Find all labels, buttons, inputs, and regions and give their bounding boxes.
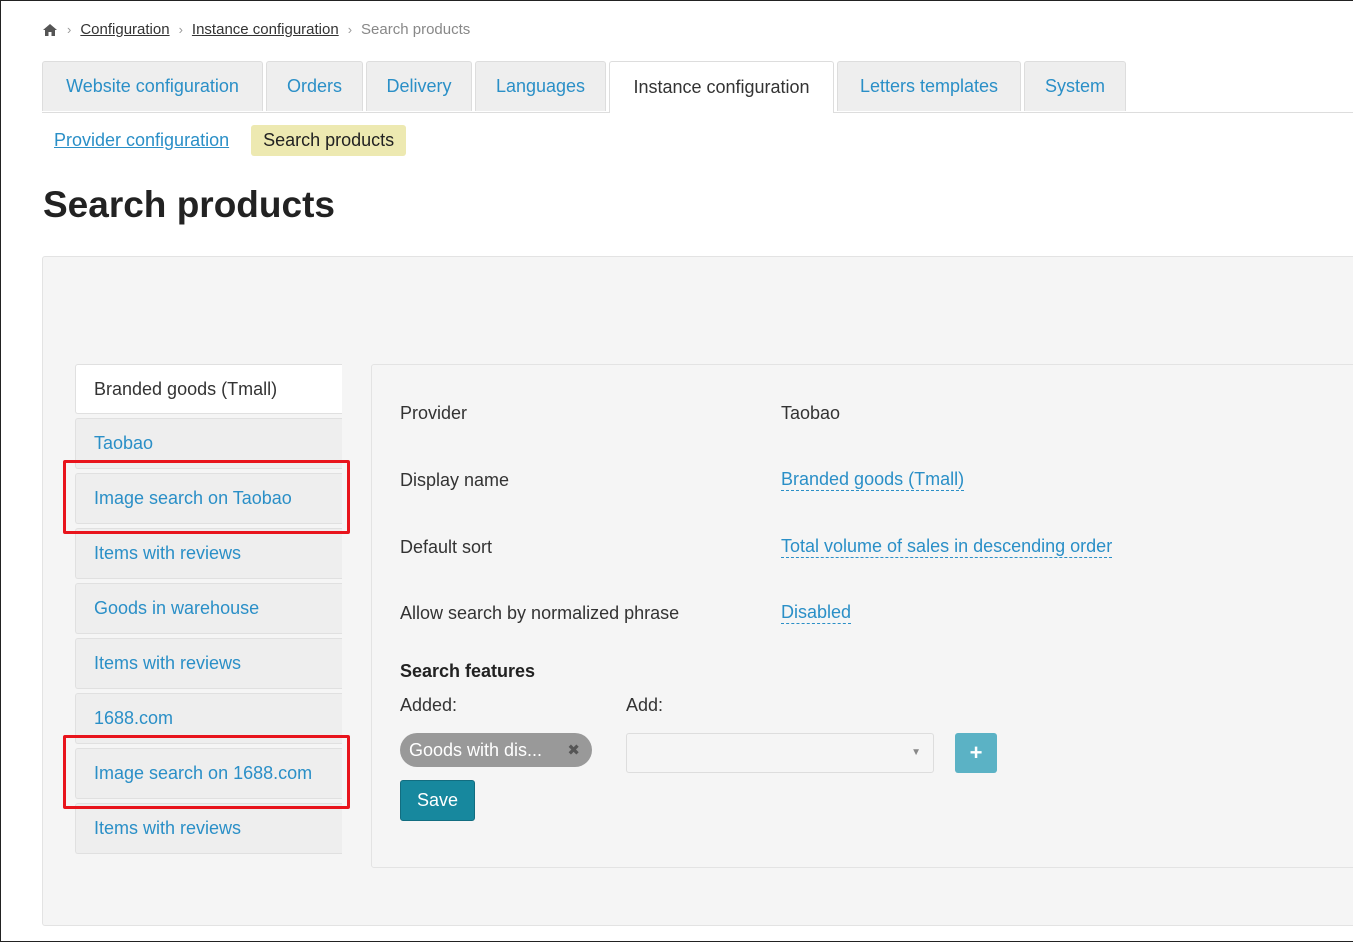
add-label: Add: xyxy=(626,695,664,715)
default-sort-label: Default sort xyxy=(400,537,493,557)
search-products-pill[interactable]: Search products xyxy=(251,125,407,156)
provider-configuration-link[interactable]: Provider configuration xyxy=(54,130,229,151)
save-button[interactable]: Save xyxy=(400,780,475,821)
display-name-value[interactable]: Branded goods (Tmall) xyxy=(781,468,965,491)
side-tab-items-with-reviews[interactable]: Items with reviews xyxy=(75,528,342,579)
main-panel: Branded goods (Tmall) Taobao Image searc… xyxy=(42,256,1353,926)
side-tab-image-search-taobao[interactable]: Image search on Taobao xyxy=(75,473,342,524)
side-tab-goods-in-warehouse[interactable]: Goods in warehouse xyxy=(75,583,342,634)
tab-delivery[interactable]: Delivery xyxy=(366,61,472,111)
provider-details: Provider Taobao Display name Branded goo… xyxy=(371,364,1353,868)
provider-label: Provider xyxy=(400,403,468,423)
breadcrumb: › Configuration › Instance configuration… xyxy=(42,21,470,38)
tab-website-configuration[interactable]: Website configuration xyxy=(42,61,263,111)
breadcrumb-separator: › xyxy=(178,22,183,37)
dropdown-caret-icon: ▼ xyxy=(911,747,921,758)
tab-system[interactable]: System xyxy=(1024,61,1126,111)
remove-chip-icon[interactable]: ✖ xyxy=(567,741,580,759)
add-feature-button[interactable]: + xyxy=(955,733,997,773)
search-features-title: Search features xyxy=(400,661,536,681)
breadcrumb-separator: › xyxy=(67,22,72,37)
side-tab-image-search-1688[interactable]: Image search on 1688.com xyxy=(75,748,342,799)
breadcrumb-instance-configuration[interactable]: Instance configuration xyxy=(192,21,339,38)
provider-value: Taobao xyxy=(781,403,841,423)
page-title: Search products xyxy=(43,184,335,225)
normalized-phrase-label: Allow search by normalized phrase xyxy=(400,603,680,623)
side-tab-taobao[interactable]: Taobao xyxy=(75,418,342,469)
provider-side-tabs: Branded goods (Tmall) Taobao Image searc… xyxy=(75,364,342,858)
breadcrumb-current: Search products xyxy=(361,21,471,38)
sub-navigation: Provider configuration Search products xyxy=(54,125,407,156)
home-icon[interactable] xyxy=(42,23,58,37)
feature-chip: Goods with dis... ✖ xyxy=(400,733,592,767)
top-tabs: Website configuration Orders Delivery La… xyxy=(42,61,1353,113)
tab-orders[interactable]: Orders xyxy=(266,61,363,111)
default-sort-value[interactable]: Total volume of sales in descending orde… xyxy=(781,535,1113,558)
breadcrumb-configuration[interactable]: Configuration xyxy=(80,21,169,38)
tab-instance-configuration[interactable]: Instance configuration xyxy=(609,61,834,113)
added-label: Added: xyxy=(400,695,458,715)
display-name-label: Display name xyxy=(400,470,510,490)
tab-letters-templates[interactable]: Letters templates xyxy=(837,61,1021,111)
tab-languages[interactable]: Languages xyxy=(475,61,606,111)
side-tab-items-with-reviews[interactable]: Items with reviews xyxy=(75,803,342,854)
side-tab-1688[interactable]: 1688.com xyxy=(75,693,342,744)
feature-select[interactable]: ▼ xyxy=(626,733,934,773)
normalized-phrase-value[interactable]: Disabled xyxy=(781,601,852,624)
side-tab-items-with-reviews[interactable]: Items with reviews xyxy=(75,638,342,689)
side-tab-branded-goods[interactable]: Branded goods (Tmall) xyxy=(75,364,342,414)
feature-chip-label: Goods with dis... xyxy=(409,739,543,760)
breadcrumb-separator: › xyxy=(347,22,353,37)
